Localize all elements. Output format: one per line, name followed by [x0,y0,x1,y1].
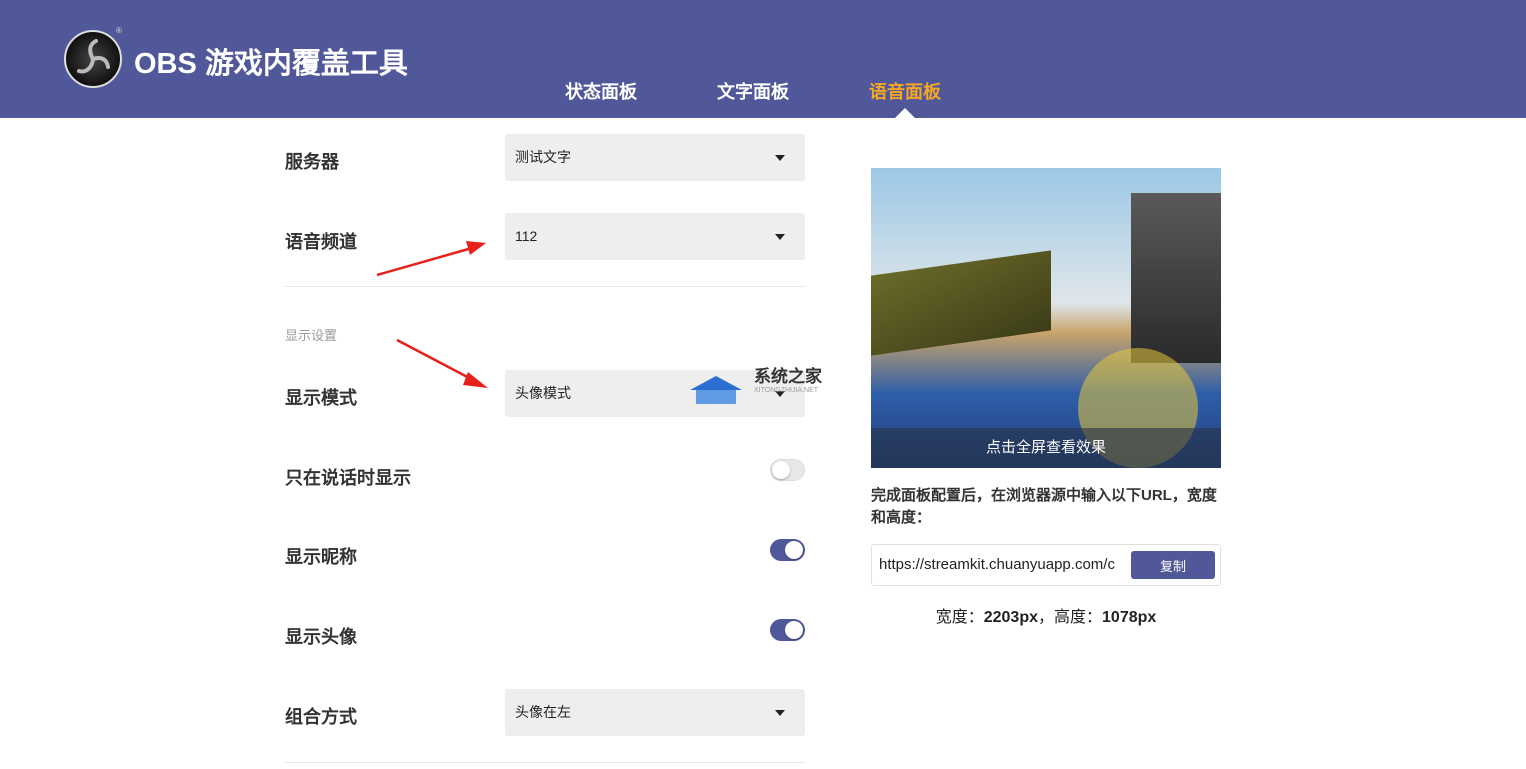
server-value: 测试文字 [515,149,571,165]
toggle-knob [772,461,790,479]
active-tab-indicator [895,108,915,118]
layout-label: 组合方式 [285,707,357,727]
fullscreen-preview-caption[interactable]: 点击全屏查看效果 [871,428,1221,468]
caret-down-icon [775,234,785,240]
show-avatar-toggle[interactable] [770,619,805,641]
tab-text-panel[interactable]: 文字面板 [717,78,789,104]
layout-select[interactable]: 头像在左 [505,689,805,736]
channel-select[interactable]: 112 [505,213,805,260]
display-mode-value: 头像模式 [515,385,571,401]
preview-image[interactable]: 点击全屏查看效果 [871,168,1221,468]
annotation-arrows [376,241,488,388]
show-nickname-toggle[interactable] [770,539,805,561]
server-select[interactable]: 测试文字 [505,134,805,181]
watermark-name: 系统之家 [754,367,822,386]
dimensions-text: 宽度：2203px，高度：1078px [871,603,1221,627]
url-field[interactable]: https://streamkit.chuanyuapp.com/c 复制 [871,544,1221,586]
only-speaking-toggle[interactable] [770,459,805,481]
toggle-knob [785,541,803,559]
show-nickname-label: 显示昵称 [285,547,357,567]
caret-down-icon [775,710,785,716]
toggle-knob [785,621,803,639]
caret-down-icon [775,155,785,161]
layout-value: 头像在左 [515,704,571,720]
width-label: 宽度： [935,609,984,626]
url-value[interactable]: https://streamkit.chuanyuapp.com/c [879,556,1124,573]
divider [285,762,805,763]
separator: ， [1037,609,1054,626]
show-avatar-label: 显示头像 [285,627,357,647]
instructions-text: 完成面板配置后，在浏览器源中输入以下URL，宽度和高度： [871,487,1217,526]
only-speaking-label: 只在说话时显示 [285,468,411,488]
tab-voice-panel[interactable]: 语音面板 [869,78,941,104]
preview-scene-vehicle [871,250,1051,356]
height-value: 1078px [1102,609,1157,626]
tab-status-panel[interactable]: 状态面板 [565,78,637,104]
watermark-logo-icon [688,372,744,406]
height-label: 高度： [1054,609,1103,626]
width-value: 2203px [983,609,1038,626]
preview-scene-mech [1131,193,1221,363]
watermark: 系统之家 XITONGZHIJIA.NET [754,362,822,394]
watermark-domain: XITONGZHIJIA.NET [754,387,819,394]
copy-button[interactable]: 复制 [1131,551,1215,579]
